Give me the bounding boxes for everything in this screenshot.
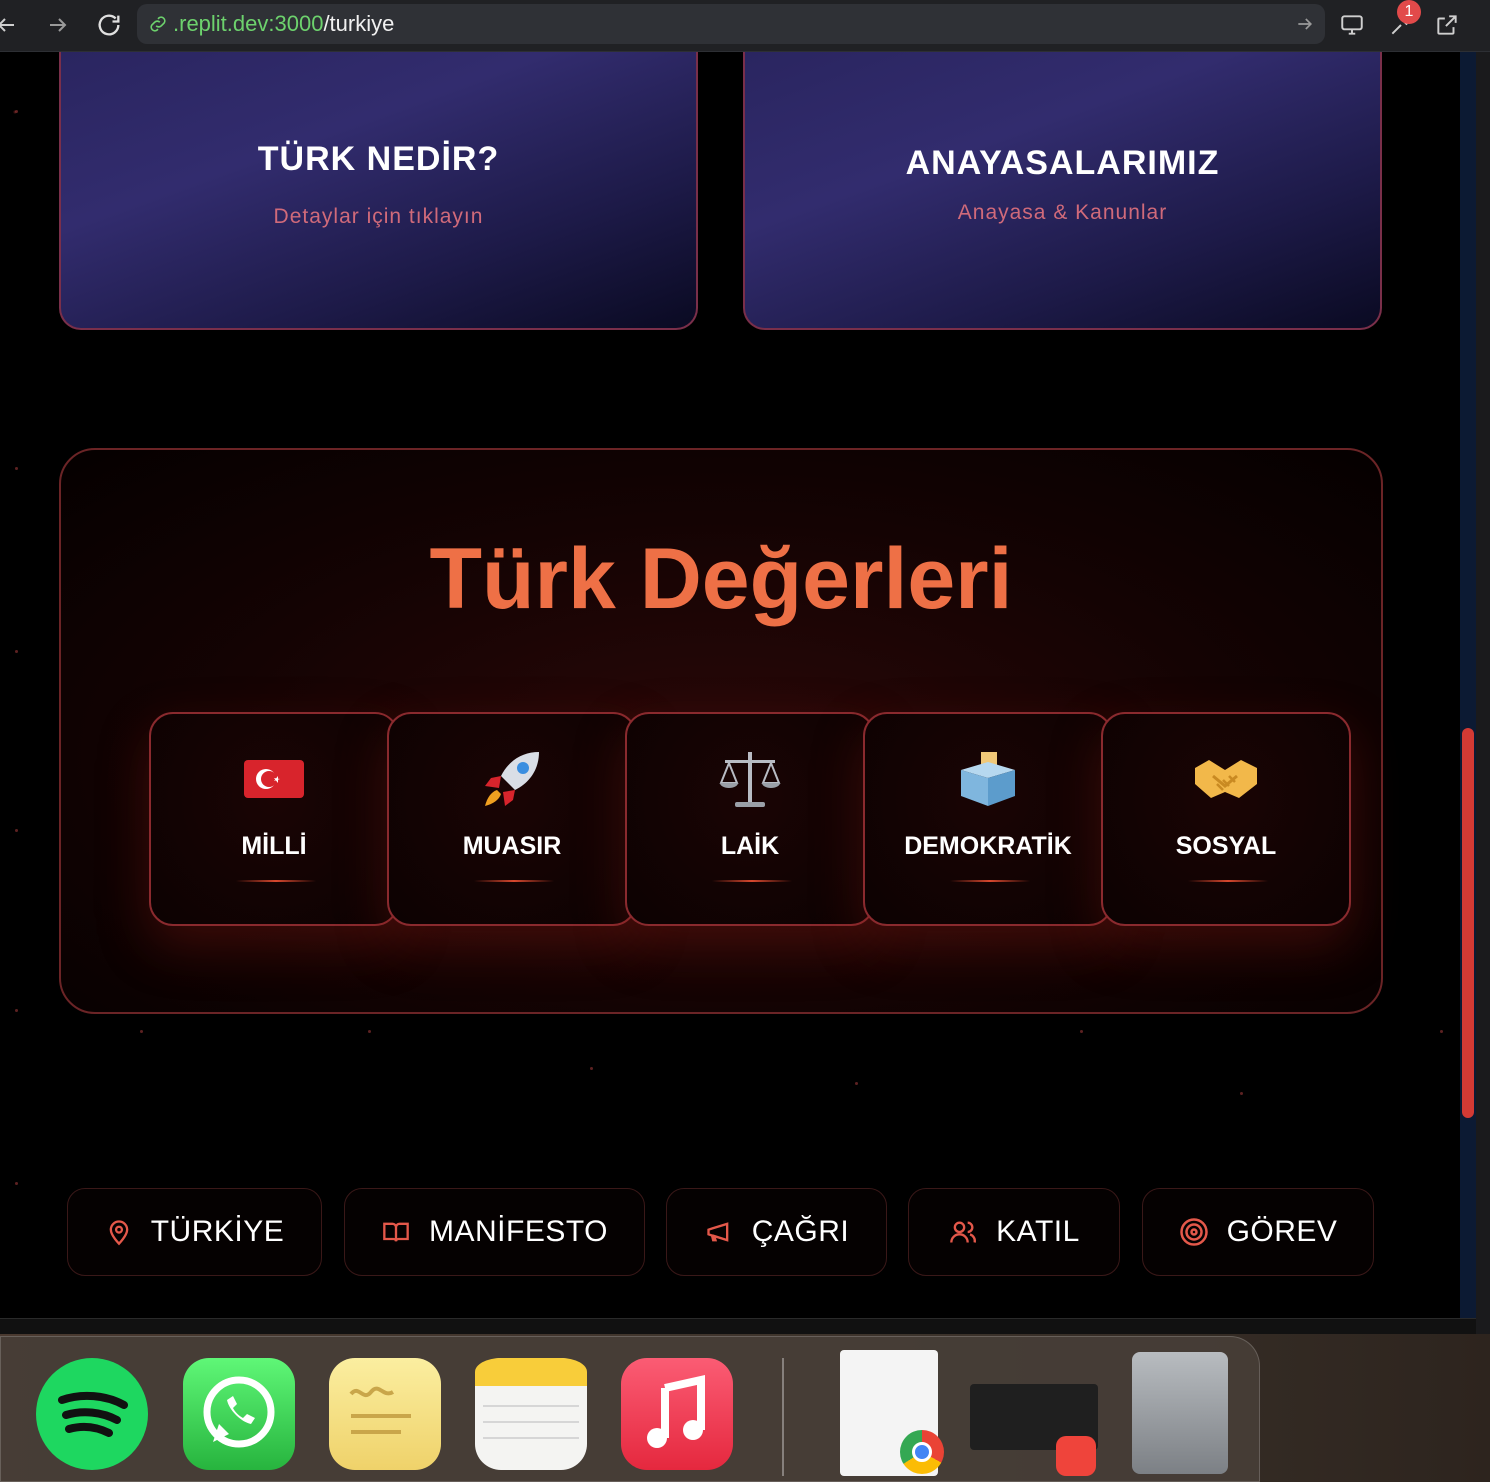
whatsapp-icon[interactable] bbox=[183, 1358, 295, 1470]
value-card-laik[interactable]: LAİK bbox=[625, 712, 875, 926]
handshake-icon bbox=[1103, 744, 1349, 814]
link-icon bbox=[150, 16, 166, 32]
value-underline bbox=[1188, 880, 1268, 882]
scrollbar-track[interactable] bbox=[1460, 52, 1476, 1318]
value-card-sosyal[interactable]: SOSYAL bbox=[1101, 712, 1351, 926]
value-label: LAİK bbox=[720, 832, 780, 860]
url-host: .replit.dev:3000 bbox=[173, 11, 324, 36]
users-icon bbox=[950, 1221, 977, 1243]
nav-label: ÇAĞRI bbox=[751, 1215, 850, 1248]
ballot-box-icon bbox=[865, 744, 1111, 814]
url-path: /turkiye bbox=[323, 11, 395, 36]
card-title: TÜRK NEDİR? bbox=[257, 140, 500, 178]
go-arrow-icon[interactable] bbox=[1295, 14, 1315, 34]
turk-nedir-card[interactable]: TÜRK NEDİR? Detaylar için tıklayın bbox=[59, 52, 698, 330]
background-dot bbox=[1080, 1030, 1083, 1033]
back-icon[interactable] bbox=[0, 10, 22, 40]
nav-button-gorev[interactable]: GÖREV bbox=[1142, 1188, 1374, 1276]
value-underline bbox=[474, 880, 554, 882]
map-pin-icon bbox=[109, 1220, 129, 1246]
forward-icon[interactable] bbox=[42, 10, 74, 40]
address-bar[interactable]: .replit.dev:3000/turkiye bbox=[137, 4, 1325, 44]
background-dot bbox=[15, 110, 18, 113]
window-bottom-edge bbox=[0, 1318, 1476, 1334]
stickies-icon[interactable] bbox=[329, 1358, 441, 1470]
reload-icon[interactable] bbox=[93, 10, 125, 40]
nav-label: TÜRKİYE bbox=[150, 1215, 285, 1248]
nav-label: KATIL bbox=[996, 1215, 1080, 1248]
value-underline bbox=[236, 880, 316, 882]
external-link-icon[interactable] bbox=[1432, 10, 1462, 40]
nav-button-katil[interactable]: KATIL bbox=[908, 1188, 1120, 1276]
background-dot bbox=[15, 1009, 18, 1012]
background-dot bbox=[15, 1182, 18, 1185]
nav-button-cagri[interactable]: ÇAĞRI bbox=[666, 1188, 887, 1276]
nav-button-turkiye[interactable]: TÜRKİYE bbox=[67, 1188, 322, 1276]
book-icon bbox=[383, 1222, 409, 1242]
notes-icon[interactable] bbox=[475, 1358, 587, 1470]
turkish-flag-icon bbox=[151, 744, 397, 814]
background-dot bbox=[855, 1082, 858, 1085]
anydesk-icon bbox=[1056, 1436, 1096, 1476]
anydesk-window-thumbnail[interactable] bbox=[970, 1384, 1098, 1476]
value-underline bbox=[950, 880, 1030, 882]
value-card-demokratik[interactable]: DEMOKRATİK bbox=[863, 712, 1113, 926]
background-dot bbox=[368, 1030, 371, 1033]
page-viewport: TÜRK NEDİR? Detaylar için tıklayın ANAYA… bbox=[0, 52, 1476, 1318]
background-dot bbox=[590, 1067, 593, 1070]
music-icon[interactable] bbox=[621, 1358, 733, 1470]
value-card-milli[interactable]: MİLLİ bbox=[149, 712, 399, 926]
background-dot bbox=[1440, 1030, 1443, 1033]
background-dot bbox=[140, 1030, 143, 1033]
section-title: Türk Değerleri bbox=[429, 531, 1013, 627]
nav-label: GÖREV bbox=[1226, 1215, 1338, 1248]
card-title: ANAYASALARIMIZ bbox=[905, 144, 1220, 182]
balance-scale-icon bbox=[627, 744, 873, 814]
value-label: MUASIR bbox=[462, 832, 562, 860]
anayasalarimiz-card[interactable]: ANAYASALARIMIZ Anayasa & Kanunlar bbox=[743, 52, 1382, 330]
monitor-icon[interactable] bbox=[1337, 10, 1367, 40]
nav-button-manifesto[interactable]: MANİFESTO bbox=[344, 1188, 645, 1276]
megaphone-icon bbox=[707, 1222, 729, 1242]
chrome-icon bbox=[900, 1430, 944, 1474]
spotify-icon[interactable] bbox=[36, 1358, 148, 1470]
target-icon bbox=[1179, 1218, 1208, 1246]
nav-label: MANİFESTO bbox=[429, 1215, 608, 1248]
background-dot bbox=[15, 829, 18, 832]
background-dot bbox=[1240, 1092, 1243, 1095]
background-dot bbox=[15, 650, 18, 653]
value-card-muasir[interactable]: MUASIR bbox=[387, 712, 637, 926]
dock-separator bbox=[782, 1358, 784, 1476]
value-underline bbox=[712, 880, 792, 882]
scrollbar-thumb[interactable] bbox=[1462, 728, 1474, 1118]
background-dot bbox=[15, 467, 18, 470]
value-label: DEMOKRATİK bbox=[904, 832, 1072, 860]
window-edge bbox=[1476, 52, 1490, 1334]
value-label: MİLLİ bbox=[241, 832, 307, 860]
card-subtitle: Detaylar için tıklayın bbox=[273, 205, 484, 228]
rocket-icon bbox=[389, 744, 635, 814]
chrome-window-thumbnail[interactable] bbox=[840, 1350, 944, 1476]
trash-icon[interactable] bbox=[1132, 1352, 1228, 1474]
browser-toolbar: .replit.dev:3000/turkiye 1 bbox=[0, 0, 1490, 52]
card-subtitle: Anayasa & Kanunlar bbox=[957, 201, 1168, 224]
notification-badge: 1 bbox=[1397, 0, 1421, 24]
value-label: SOSYAL bbox=[1175, 832, 1277, 860]
turk-degerleri-section: Türk Değerleri MİLLİ MUASIR LAİK DEMOKRA… bbox=[59, 448, 1383, 1014]
